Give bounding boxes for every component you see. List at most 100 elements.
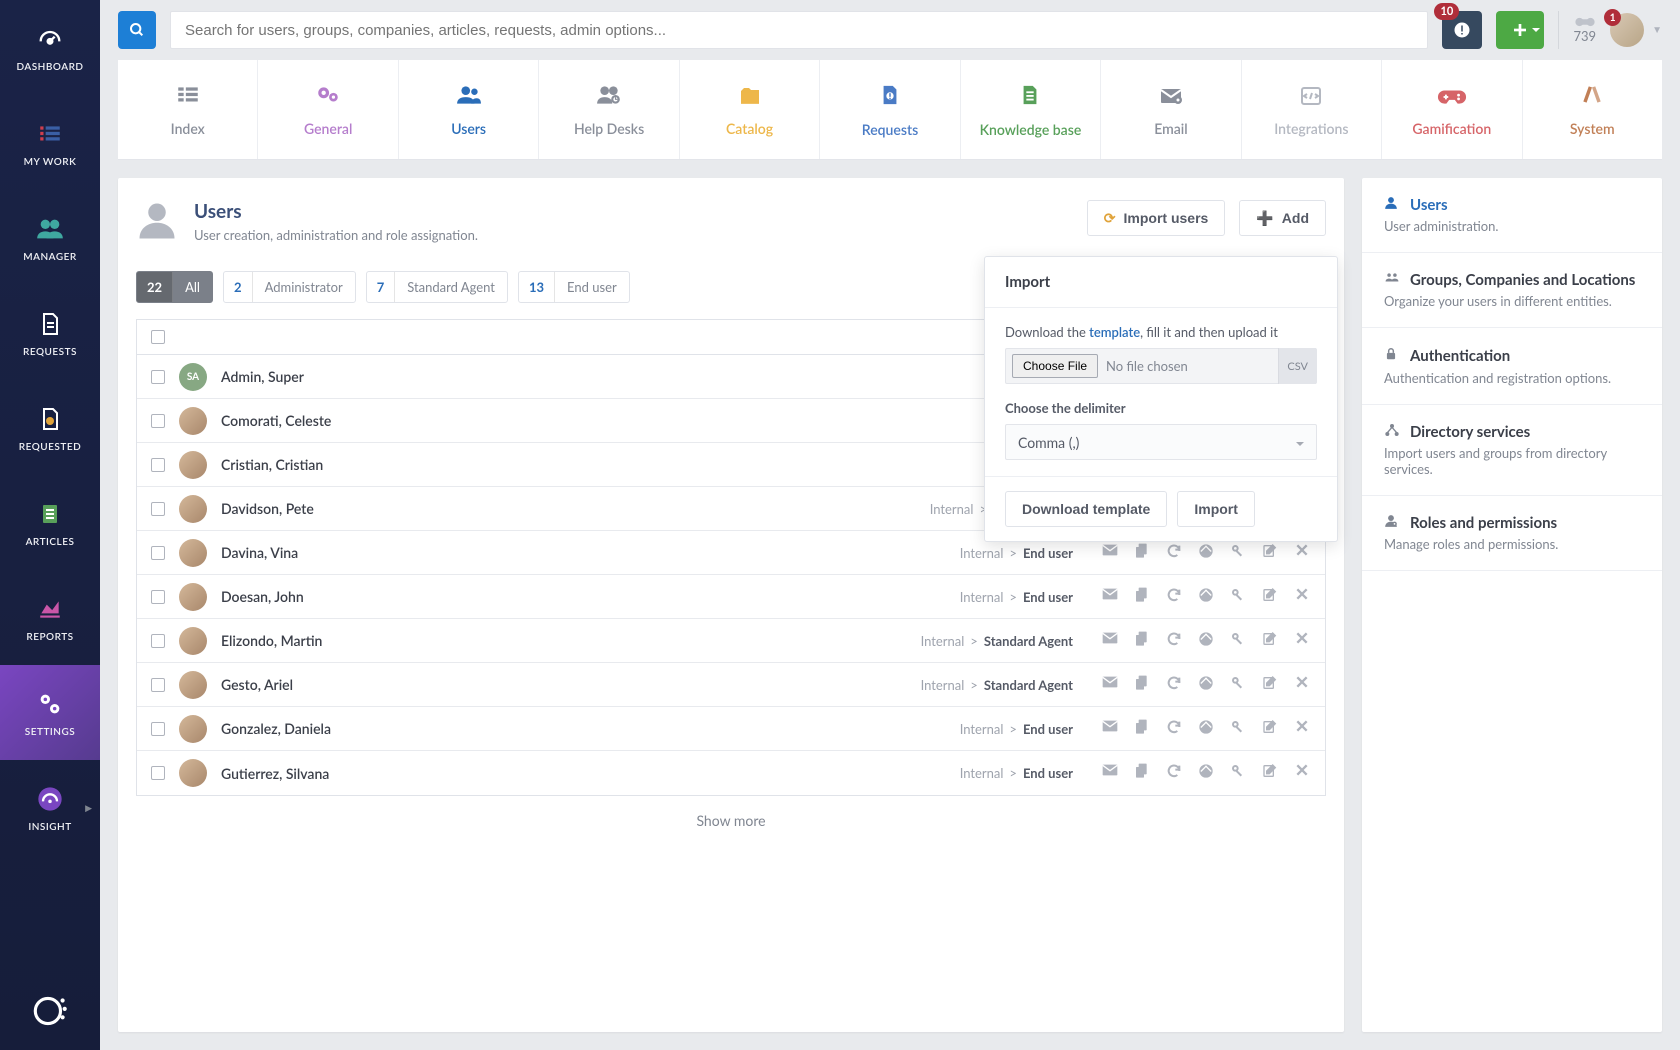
disable-icon[interactable] bbox=[1197, 763, 1215, 783]
row-checkbox[interactable] bbox=[151, 766, 165, 780]
edit-icon[interactable] bbox=[1261, 763, 1279, 783]
refresh-icon[interactable] bbox=[1165, 587, 1183, 607]
disable-icon[interactable] bbox=[1197, 543, 1215, 563]
row-checkbox[interactable] bbox=[151, 458, 165, 472]
nav-users[interactable]: Users bbox=[399, 60, 539, 159]
copy-icon[interactable] bbox=[1133, 587, 1151, 607]
sidebar-item-requests[interactable]: REQUESTS bbox=[0, 285, 100, 380]
row-checkbox[interactable] bbox=[151, 590, 165, 604]
user-row[interactable]: Elizondo, MartinInternal > Standard Agen… bbox=[137, 619, 1325, 663]
add-dropdown-button[interactable] bbox=[1496, 11, 1544, 49]
sidebar-item-articles[interactable]: ARTICLES bbox=[0, 475, 100, 570]
nav-integrations[interactable]: Integrations bbox=[1242, 60, 1382, 159]
edit-icon[interactable] bbox=[1261, 631, 1279, 651]
close-icon[interactable] bbox=[1293, 763, 1311, 783]
sidebar-item-reports[interactable]: REPORTS bbox=[0, 570, 100, 665]
show-more-link[interactable]: Show more bbox=[136, 796, 1326, 845]
edit-icon[interactable] bbox=[1261, 587, 1279, 607]
user-row[interactable]: Gesto, ArielInternal > Standard Agent bbox=[137, 663, 1325, 707]
nav-helpdesks[interactable]: Help Desks bbox=[539, 60, 679, 159]
user-row[interactable]: Gonzalez, DanielaInternal > End user bbox=[137, 707, 1325, 751]
refresh-icon[interactable] bbox=[1165, 675, 1183, 695]
sidebar-item-mywork[interactable]: MY WORK bbox=[0, 95, 100, 190]
subnav-groups-companies-and-locations[interactable]: Groups, Companies and LocationsOrganize … bbox=[1362, 253, 1662, 328]
nav-requests2[interactable]: Requests bbox=[820, 60, 960, 159]
row-checkbox[interactable] bbox=[151, 502, 165, 516]
key-icon[interactable] bbox=[1229, 763, 1247, 783]
copy-icon[interactable] bbox=[1133, 763, 1151, 783]
refresh-icon[interactable] bbox=[1165, 763, 1183, 783]
user-row[interactable]: Doesan, JohnInternal > End user bbox=[137, 575, 1325, 619]
add-user-button[interactable]: ➕ Add bbox=[1239, 200, 1326, 236]
sidebar-item-insight[interactable]: INSIGHT▶ bbox=[0, 760, 100, 855]
copy-icon[interactable] bbox=[1133, 675, 1151, 695]
user-row[interactable]: Gutierrez, SilvanaInternal > End user bbox=[137, 751, 1325, 795]
search-input[interactable] bbox=[170, 11, 1428, 49]
notifications-button[interactable]: 10 bbox=[1442, 11, 1482, 49]
sidebar-item-requested[interactable]: REQUESTED bbox=[0, 380, 100, 475]
edit-icon[interactable] bbox=[1261, 675, 1279, 695]
refresh-icon[interactable] bbox=[1165, 631, 1183, 651]
mail-icon[interactable] bbox=[1101, 719, 1119, 739]
key-icon[interactable] bbox=[1229, 543, 1247, 563]
subnav-directory-services[interactable]: Directory servicesImport users and group… bbox=[1362, 405, 1662, 496]
search-button[interactable] bbox=[118, 11, 156, 49]
key-icon[interactable] bbox=[1229, 587, 1247, 607]
select-all-checkbox[interactable] bbox=[151, 330, 165, 344]
template-link[interactable]: template bbox=[1089, 324, 1140, 340]
sidebar-item-settings[interactable]: SETTINGS bbox=[0, 665, 100, 760]
row-checkbox[interactable] bbox=[151, 414, 165, 428]
copy-icon[interactable] bbox=[1133, 631, 1151, 651]
refresh-icon[interactable] bbox=[1165, 719, 1183, 739]
close-icon[interactable] bbox=[1293, 719, 1311, 739]
nav-system[interactable]: System bbox=[1523, 60, 1662, 159]
subnav-users[interactable]: UsersUser administration. bbox=[1362, 178, 1662, 253]
nav-general[interactable]: General bbox=[258, 60, 398, 159]
mail-icon[interactable] bbox=[1101, 587, 1119, 607]
tab-all[interactable]: 22All bbox=[136, 271, 213, 303]
choose-file-button[interactable]: Choose File bbox=[1012, 354, 1098, 378]
disable-icon[interactable] bbox=[1197, 631, 1215, 651]
sidebar-item-dashboard[interactable]: DASHBOARD bbox=[0, 0, 100, 95]
disable-icon[interactable] bbox=[1197, 719, 1215, 739]
import-confirm-button[interactable]: Import bbox=[1177, 491, 1255, 527]
sidebar-item-manager[interactable]: MANAGER bbox=[0, 190, 100, 285]
copy-icon[interactable] bbox=[1133, 719, 1151, 739]
mail-icon[interactable] bbox=[1101, 763, 1119, 783]
refresh-icon[interactable] bbox=[1165, 543, 1183, 563]
tab-administrator[interactable]: 2Administrator bbox=[223, 271, 356, 303]
close-icon[interactable] bbox=[1293, 543, 1311, 563]
close-icon[interactable] bbox=[1293, 587, 1311, 607]
nav-index[interactable]: Index bbox=[118, 60, 258, 159]
mail-icon[interactable] bbox=[1101, 631, 1119, 651]
nav-kb[interactable]: Knowledge base bbox=[961, 60, 1101, 159]
row-checkbox[interactable] bbox=[151, 634, 165, 648]
nav-email[interactable]: Email bbox=[1101, 60, 1241, 159]
edit-icon[interactable] bbox=[1261, 543, 1279, 563]
copy-icon[interactable] bbox=[1133, 543, 1151, 563]
tab-end-user[interactable]: 13End user bbox=[518, 271, 630, 303]
key-icon[interactable] bbox=[1229, 631, 1247, 651]
edit-icon[interactable] bbox=[1261, 719, 1279, 739]
delimiter-select[interactable]: Comma (,) bbox=[1005, 424, 1317, 460]
disable-icon[interactable] bbox=[1197, 587, 1215, 607]
key-icon[interactable] bbox=[1229, 719, 1247, 739]
mail-icon[interactable] bbox=[1101, 675, 1119, 695]
user-menu[interactable]: 1 ▼ bbox=[1610, 13, 1662, 47]
nav-gamification[interactable]: Gamification bbox=[1382, 60, 1522, 159]
row-checkbox[interactable] bbox=[151, 546, 165, 560]
key-icon[interactable] bbox=[1229, 675, 1247, 695]
tab-standard-agent[interactable]: 7Standard Agent bbox=[366, 271, 508, 303]
nav-catalog[interactable]: Catalog bbox=[680, 60, 820, 159]
row-checkbox[interactable] bbox=[151, 678, 165, 692]
subnav-authentication[interactable]: AuthenticationAuthentication and registr… bbox=[1362, 328, 1662, 405]
mail-icon[interactable] bbox=[1101, 543, 1119, 563]
row-checkbox[interactable] bbox=[151, 722, 165, 736]
disable-icon[interactable] bbox=[1197, 675, 1215, 695]
close-icon[interactable] bbox=[1293, 675, 1311, 695]
subnav-roles-and-permissions[interactable]: Roles and permissionsManage roles and pe… bbox=[1362, 496, 1662, 571]
download-template-button[interactable]: Download template bbox=[1005, 491, 1167, 527]
close-icon[interactable] bbox=[1293, 631, 1311, 651]
row-checkbox[interactable] bbox=[151, 370, 165, 384]
import-users-button[interactable]: ⟳ Import users bbox=[1087, 200, 1226, 236]
